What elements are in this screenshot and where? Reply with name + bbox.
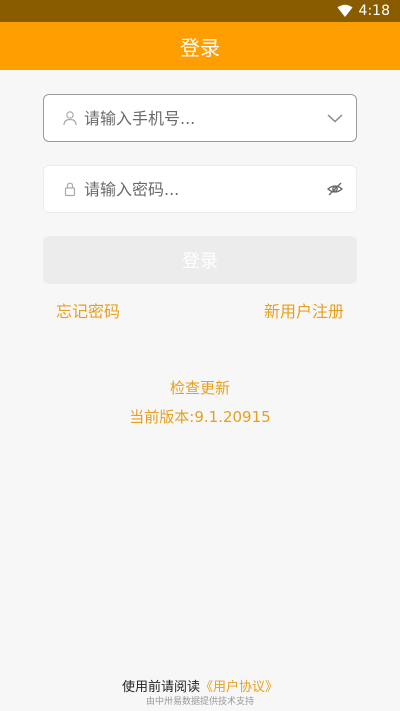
title-bar: 登录 bbox=[0, 22, 400, 70]
wifi-icon bbox=[337, 4, 353, 17]
password-field[interactable] bbox=[43, 165, 357, 213]
status-bar: 4:18 bbox=[0, 0, 400, 22]
footer-prefix: 使用前请阅读 bbox=[121, 680, 200, 695]
status-time: 4:18 bbox=[358, 3, 390, 19]
chevron-down-icon[interactable] bbox=[326, 109, 344, 127]
forgot-password-link[interactable]: 忘记密码 bbox=[56, 298, 120, 322]
user-agreement-link[interactable]: 《用户协议》 bbox=[200, 680, 278, 695]
login-button[interactable]: 登录 bbox=[43, 236, 357, 284]
status-icons: 4:18 bbox=[337, 3, 390, 19]
page-title: 登录 bbox=[180, 35, 220, 60]
password-input[interactable] bbox=[84, 166, 326, 212]
version-text: 当前版本:9.1.20915 bbox=[129, 408, 271, 426]
check-update-link[interactable]: 检查更新 bbox=[0, 377, 400, 398]
user-icon bbox=[63, 111, 77, 126]
register-link[interactable]: 新用户注册 bbox=[264, 298, 344, 322]
powered-by-text: 由中卅易数据提供技术支持 bbox=[145, 697, 254, 707]
phone-input[interactable] bbox=[84, 95, 326, 141]
lock-icon bbox=[64, 182, 76, 197]
eye-off-icon[interactable] bbox=[326, 180, 344, 198]
footer: 使用前请阅读《用户协议》 bbox=[0, 676, 400, 695]
phone-field[interactable] bbox=[43, 94, 357, 142]
